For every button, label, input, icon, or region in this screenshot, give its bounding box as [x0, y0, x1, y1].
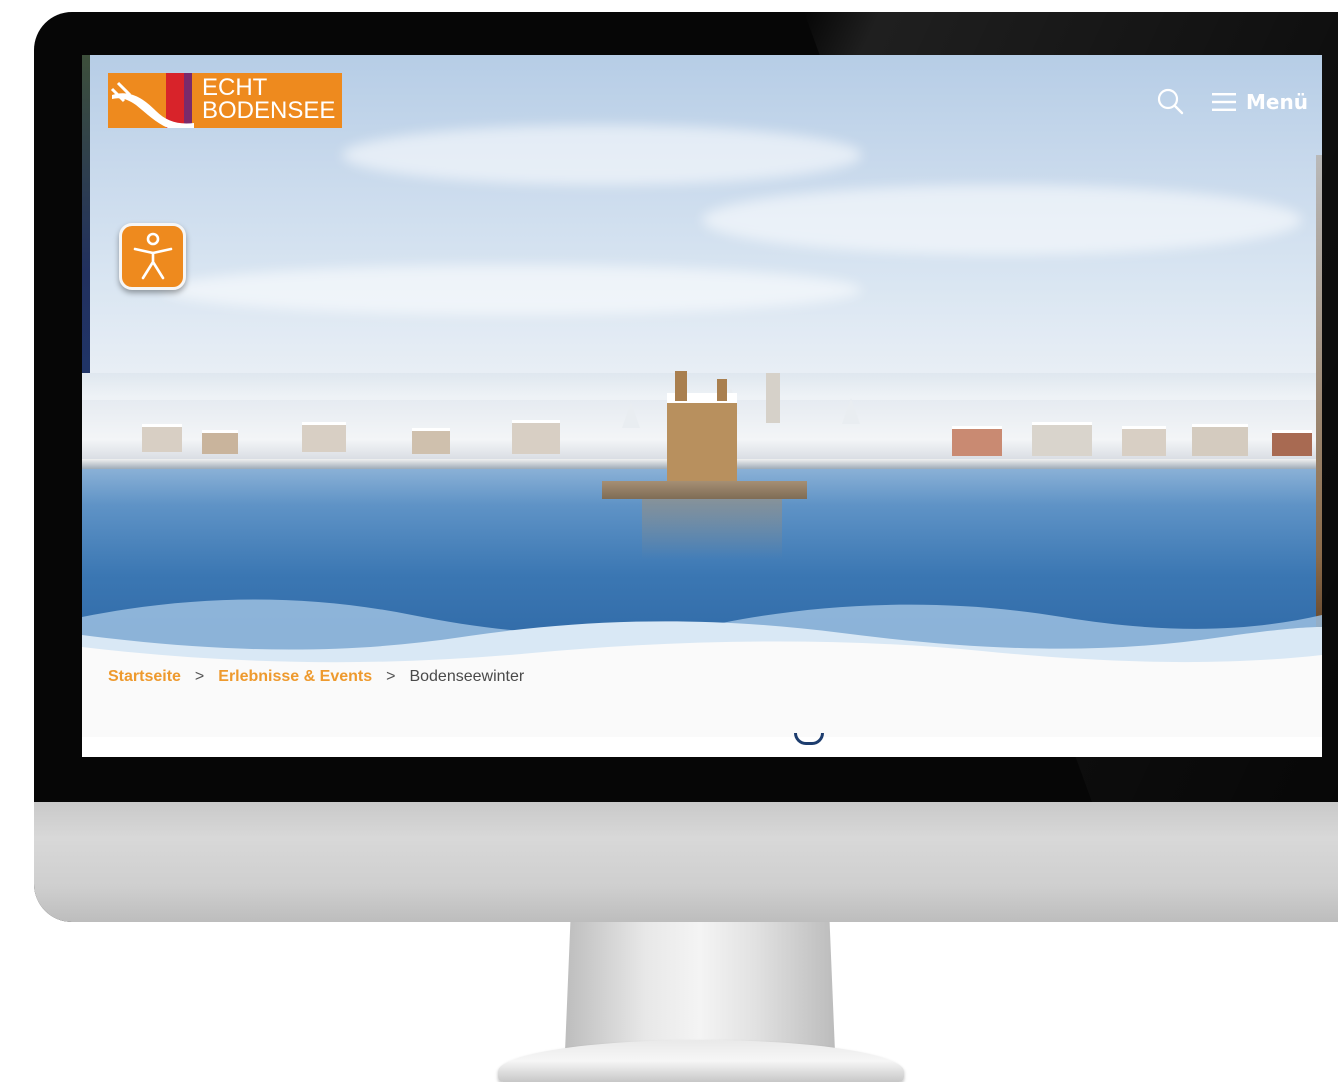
accessibility-person-icon — [133, 232, 172, 279]
church-tower — [766, 373, 780, 423]
house — [142, 424, 182, 452]
accessibility-button[interactable] — [119, 223, 186, 290]
logo-line-2: BODENSEE — [202, 97, 336, 124]
search-icon — [1157, 88, 1184, 115]
cloud — [162, 265, 862, 315]
cloud — [342, 125, 862, 185]
monitor-stand-neck — [565, 922, 835, 1052]
monitor-stand-foot — [498, 1040, 904, 1082]
hamburger-icon — [1212, 93, 1236, 111]
cloud — [702, 185, 1302, 255]
house — [1122, 426, 1166, 456]
monitor-chin — [34, 802, 1338, 922]
logo-line-1: ECHT — [202, 74, 268, 101]
website-screen: ECHT BODENSEE Menü Startseite > Erlebnis… — [82, 55, 1322, 757]
breadcrumb: Startseite > Erlebnisse & Events > Boden… — [108, 665, 524, 689]
breadcrumb-link-home[interactable]: Startseite — [108, 668, 181, 686]
snowy-tree — [842, 398, 860, 424]
house — [302, 422, 346, 452]
house — [512, 420, 560, 454]
house — [952, 426, 1002, 456]
breadcrumb-separator: > — [194, 668, 205, 685]
castle-reflection — [642, 499, 782, 559]
breadcrumb-separator: > — [386, 668, 396, 685]
house — [412, 428, 450, 454]
house — [202, 430, 238, 454]
echt-bodensee-logo[interactable]: ECHT BODENSEE — [108, 73, 342, 128]
lakeside-castle — [667, 371, 737, 481]
wave-divider — [82, 599, 1322, 665]
menu-button[interactable]: Menü — [1212, 87, 1308, 117]
castle-pier — [602, 481, 807, 499]
hero-image — [82, 55, 1322, 665]
snowy-tree — [622, 402, 640, 428]
breadcrumb-link-events[interactable]: Erlebnisse & Events — [218, 668, 372, 686]
logo-mark-icon — [108, 73, 198, 128]
menu-label: Menü — [1246, 90, 1308, 114]
search-button[interactable] — [1156, 87, 1186, 117]
house — [1192, 424, 1248, 456]
breadcrumb-current-page: Bodenseewinter — [409, 668, 525, 685]
house — [1272, 430, 1312, 456]
content-area — [82, 737, 1322, 757]
house — [1032, 422, 1092, 456]
